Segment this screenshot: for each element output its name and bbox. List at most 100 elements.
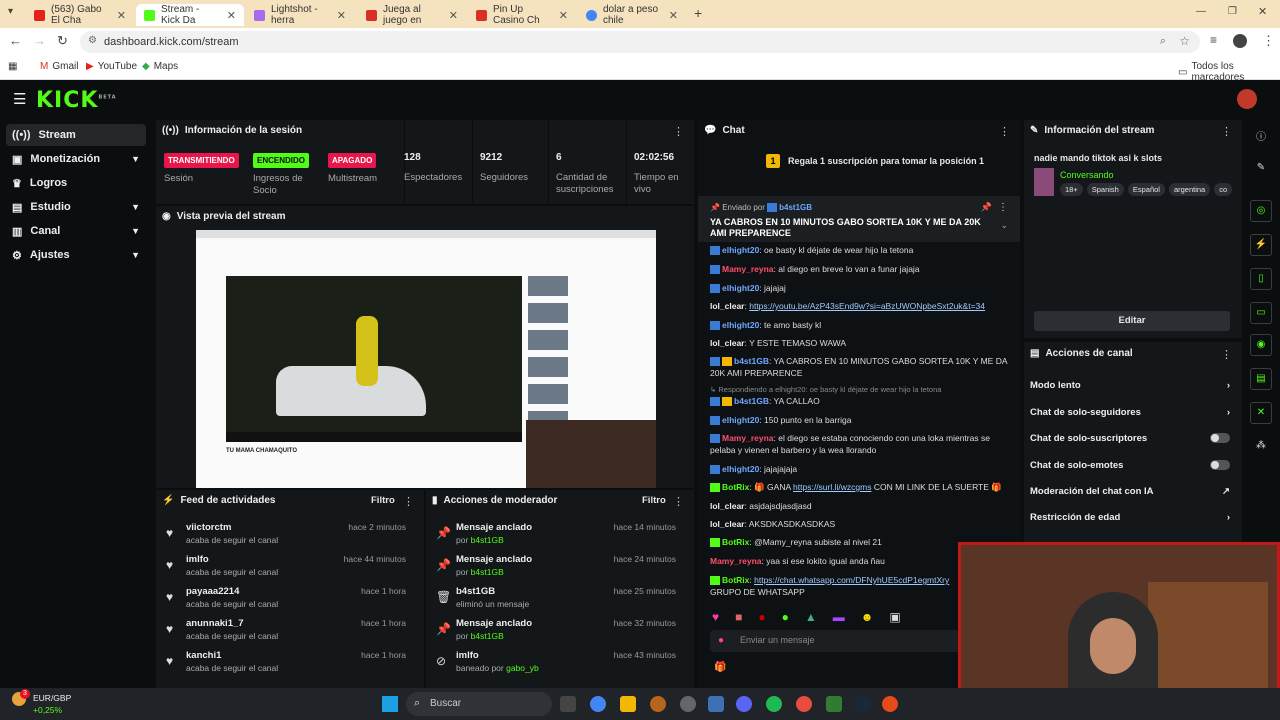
action-emotes-only[interactable]: Chat de solo-emotes: [1030, 460, 1230, 471]
mod-action-user[interactable]: b4st1GB: [471, 535, 504, 545]
activity-user[interactable]: anunnaki1_7: [186, 618, 244, 629]
activity-user[interactable]: imlfo: [186, 554, 209, 565]
tab-lightshot[interactable]: Lightshot - herra ✕: [246, 4, 354, 26]
filter-button[interactable]: Filtro: [371, 495, 395, 506]
back-icon[interactable]: ←: [9, 33, 22, 48]
mod-action-user[interactable]: b4st1GB: [471, 631, 504, 641]
chevron-down-icon[interactable]: ⌄: [1000, 220, 1008, 231]
chat-user[interactable]: b4st1GB: [734, 396, 769, 406]
mod-action-user[interactable]: gabo_yb: [506, 663, 539, 673]
emote-icon[interactable]: ▲: [805, 610, 817, 624]
more-options-icon[interactable]: ⋮: [998, 202, 1008, 213]
sidebar-item-ajustes[interactable]: ⚙ Ajustes ▼: [6, 244, 146, 266]
bookmark-youtube[interactable]: ▶ YouTube: [86, 61, 137, 72]
shapes-icon[interactable]: ⁂: [1250, 436, 1272, 458]
discord-icon[interactable]: [736, 696, 752, 712]
more-options-icon[interactable]: ⋮: [999, 125, 1010, 138]
activity-user[interactable]: kanchi1: [186, 650, 221, 661]
action-slow-mode[interactable]: Modo lento ›: [1030, 380, 1230, 391]
close-tab-icon[interactable]: ✕: [449, 9, 458, 22]
activity-user[interactable]: payaaa2214: [186, 586, 239, 597]
pencil-icon[interactable]: ✎: [1250, 158, 1272, 180]
chat-user[interactable]: elhight20: [722, 320, 759, 330]
close-tab-icon[interactable]: ✕: [559, 9, 568, 22]
broadcast-icon[interactable]: ◉: [1250, 334, 1272, 356]
list-icon[interactable]: ▤: [1250, 368, 1272, 390]
close-tab-icon[interactable]: ✕: [669, 9, 678, 22]
toggle-switch[interactable]: [1210, 460, 1230, 470]
windows-start-icon[interactable]: [382, 696, 398, 712]
emote-icon[interactable]: ☻: [861, 610, 874, 624]
close-window-icon[interactable]: ✕: [1258, 5, 1267, 18]
more-options-icon[interactable]: ⋮: [673, 495, 684, 508]
file-explorer-icon[interactable]: [620, 696, 636, 712]
emote-icon[interactable]: ●: [782, 610, 789, 624]
tab-juega[interactable]: Juega al juego en ✕: [358, 4, 466, 26]
sidebar-item-monetizacion[interactable]: ▣ Monetización ▼: [6, 148, 146, 170]
camera-icon[interactable]: ◎: [1250, 200, 1272, 222]
chat-user[interactable]: BotRix: [722, 537, 749, 547]
toggle-switch[interactable]: [1210, 433, 1230, 443]
gift-sub-banner[interactable]: 1 Regala 1 suscripción para tomar la pos…: [766, 154, 984, 168]
sidebar-item-canal[interactable]: ▥ Canal ▼: [6, 220, 146, 242]
chat-user[interactable]: elhight20: [722, 415, 759, 425]
task-view-icon[interactable]: [560, 696, 576, 712]
tab-search-icon[interactable]: ▾: [8, 6, 13, 17]
chat-user[interactable]: elhight20: [722, 464, 759, 474]
tab-google[interactable]: dolar a peso chile ✕: [578, 4, 686, 26]
emote-icon[interactable]: ■: [735, 610, 742, 624]
chat-user[interactable]: Mamy_reyna: [722, 433, 774, 443]
stream-category[interactable]: Conversando: [1060, 170, 1114, 180]
action-followers-only[interactable]: Chat de solo-seguidores ›: [1030, 407, 1230, 418]
activity-user[interactable]: viictorctm: [186, 522, 231, 533]
emote-icon[interactable]: ●: [758, 610, 765, 624]
opera-icon[interactable]: [796, 696, 812, 712]
app-icon[interactable]: [650, 696, 666, 712]
chat-user[interactable]: lol_clear: [710, 301, 745, 311]
minimize-icon[interactable]: —: [1196, 6, 1206, 17]
kick-logo[interactable]: KICKBETA: [36, 88, 117, 113]
bookmark-star-icon[interactable]: ☆: [1179, 34, 1190, 48]
wrench-icon[interactable]: ✕: [1250, 402, 1272, 424]
chat-link[interactable]: https://chat.whatsapp.com/DFNyhUE5cdP1eg…: [754, 575, 949, 585]
chat-user[interactable]: b4st1GB: [734, 356, 769, 366]
minecraft-icon[interactable]: [826, 696, 842, 712]
forward-icon[interactable]: →: [33, 33, 46, 48]
obs-icon[interactable]: [680, 696, 696, 712]
app-icon[interactable]: [708, 696, 724, 712]
chrome-icon[interactable]: [590, 696, 606, 712]
bolt-icon[interactable]: ⚡: [1250, 234, 1272, 256]
chat-user[interactable]: lol_clear: [710, 519, 745, 529]
mod-action-title[interactable]: b4st1GB: [456, 586, 495, 597]
chat-user[interactable]: lol_clear: [710, 501, 745, 511]
action-subscribers-only[interactable]: Chat de solo-suscriptores: [1030, 433, 1230, 444]
tab-kick[interactable]: Stream - Kick Da ✕: [136, 4, 244, 26]
hamburger-menu-icon[interactable]: ☰: [13, 90, 26, 108]
emote-icon[interactable]: ♥: [712, 610, 719, 624]
more-options-icon[interactable]: ⋮: [1221, 348, 1232, 361]
mod-action-user[interactable]: b4st1GB: [471, 567, 504, 577]
chat-user[interactable]: Mamy_reyna: [722, 264, 774, 274]
reload-icon[interactable]: ↻: [57, 33, 68, 49]
chat-user[interactable]: elhight20: [722, 283, 759, 293]
sidebar-item-estudio[interactable]: ▤ Estudio ▼: [6, 196, 146, 218]
pinned-user[interactable]: b4st1GB: [779, 203, 812, 212]
gift-icon[interactable]: 🎁: [714, 662, 726, 673]
book-icon[interactable]: ▯: [1250, 268, 1272, 290]
chat-link[interactable]: https://youtu.be/AzP43sEnd9w?si=aBzUWONp…: [749, 301, 985, 311]
emote-icon[interactable]: ▣: [889, 610, 900, 624]
chat-user[interactable]: elhight20: [722, 245, 759, 255]
microphone-icon[interactable]: ●: [718, 635, 724, 646]
sidebar-item-logros[interactable]: ♛ Logros: [6, 172, 146, 194]
menu-icon[interactable]: ⋮: [1262, 33, 1275, 49]
chat-link[interactable]: https://surl.li/wzcgms: [793, 482, 871, 492]
spotify-icon[interactable]: [766, 696, 782, 712]
tab-youtube[interactable]: (563) Gabo El Cha ✕: [26, 4, 134, 26]
chat-input[interactable]: ● Enviar un mensaje: [710, 630, 960, 652]
close-tab-icon[interactable]: ✕: [117, 9, 126, 22]
app-icon[interactable]: [882, 696, 898, 712]
url-field[interactable]: ⚙ dashboard.kick.com/stream ⌕ ☆: [80, 31, 1200, 53]
chat-user[interactable]: BotRix: [722, 575, 749, 585]
site-info-icon[interactable]: ⚙: [88, 35, 97, 46]
close-tab-icon[interactable]: ✕: [227, 9, 236, 22]
